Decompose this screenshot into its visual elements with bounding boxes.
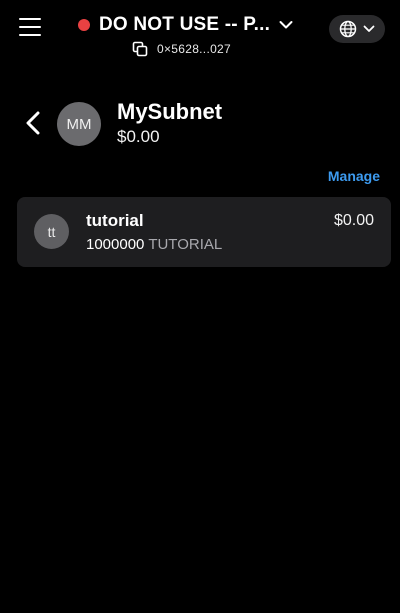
account-dropdown-button[interactable]: DO NOT USE -- P... bbox=[78, 14, 300, 36]
globe-icon bbox=[339, 20, 357, 38]
account-name: DO NOT USE -- P... bbox=[99, 14, 271, 35]
subnet-balance: $0.00 bbox=[117, 127, 160, 146]
app-header: DO NOT USE -- P... 0×5628...027 bbox=[0, 0, 400, 62]
network-selector-button[interactable] bbox=[329, 15, 385, 43]
token-avatar: tt bbox=[34, 214, 69, 249]
token-value: $0.00 bbox=[333, 212, 374, 229]
token-avatar-initials: tt bbox=[47, 223, 56, 240]
token-balance: 1000000 TUTORIAL bbox=[86, 236, 222, 253]
copy-icon bbox=[132, 41, 148, 57]
status-dot bbox=[78, 19, 90, 31]
copy-address-button[interactable]: 0×5628...027 bbox=[132, 41, 300, 57]
manage-link[interactable]: Manage bbox=[328, 168, 380, 184]
chevron-down-icon bbox=[363, 25, 375, 32]
account-address: 0×5628...027 bbox=[157, 42, 232, 56]
subnet-name: MySubnet bbox=[117, 99, 223, 124]
token-amount: 1000000 bbox=[86, 236, 145, 253]
chevron-down-icon bbox=[279, 21, 293, 29]
account-selector: DO NOT USE -- P... 0×5628...027 bbox=[78, 14, 300, 60]
subnet-avatar: MM bbox=[57, 102, 101, 146]
subnet-avatar-initials: MM bbox=[66, 115, 92, 133]
token-symbol: TUTORIAL bbox=[148, 236, 223, 253]
token-name: tutorial bbox=[86, 211, 144, 230]
token-list-item[interactable]: tt tutorial 1000000 TUTORIAL $0.00 bbox=[17, 197, 391, 267]
back-arrow-icon[interactable] bbox=[23, 110, 45, 136]
hamburger-icon[interactable] bbox=[19, 18, 41, 36]
subnet-details-screen: DO NOT USE -- P... 0×5628...027 MM MySub… bbox=[0, 0, 400, 613]
